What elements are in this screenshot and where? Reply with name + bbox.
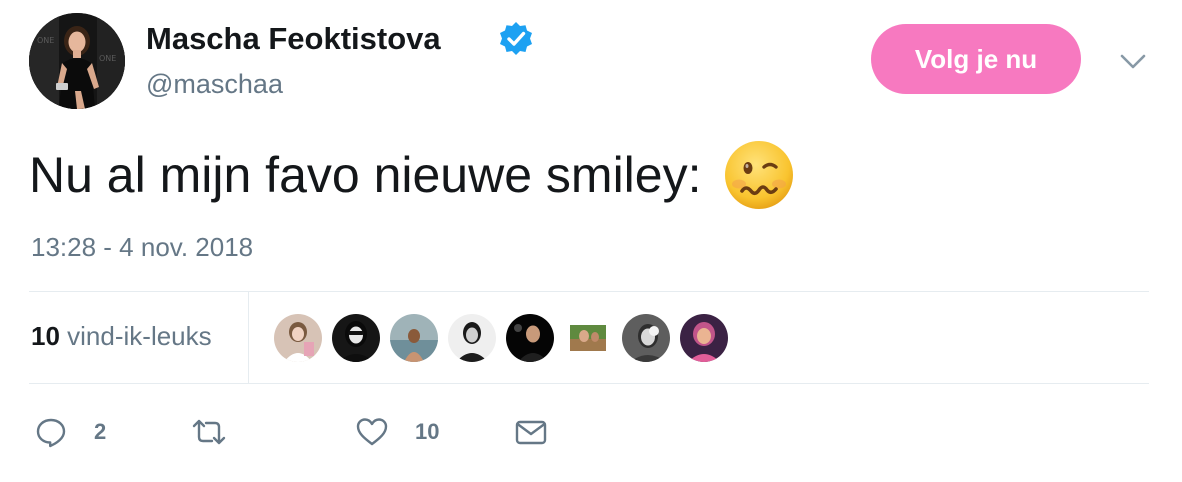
svg-text:ONE: ONE <box>99 54 116 63</box>
svg-text:ONE: ONE <box>37 36 54 45</box>
liker-avatar[interactable] <box>390 314 438 362</box>
tweet-text-content: Nu al mijn favo nieuwe smiley: <box>29 147 702 203</box>
liker-avatar[interactable] <box>506 314 554 362</box>
avatar[interactable]: ONE ONE <box>29 13 125 109</box>
display-name[interactable]: Mascha Feoktistova <box>146 17 441 61</box>
liker-avatar[interactable] <box>680 314 728 362</box>
retweet-icon[interactable] <box>192 415 226 449</box>
timestamp[interactable]: 13:28 - 4 nov. 2018 <box>31 229 253 265</box>
likes-stat[interactable]: 10 vind-ik-leuks <box>31 318 212 354</box>
envelope-icon[interactable] <box>514 415 548 449</box>
reply-action[interactable]: 2 <box>34 410 106 454</box>
liker-avatar[interactable] <box>448 314 496 362</box>
divider-top <box>29 291 1149 292</box>
reply-icon[interactable] <box>34 415 68 449</box>
likers-avatars <box>274 314 728 362</box>
verified-badge-icon <box>500 22 532 55</box>
like-action[interactable]: 10 <box>355 410 439 454</box>
liker-avatar[interactable] <box>570 325 606 351</box>
message-action[interactable] <box>514 410 548 454</box>
reply-count: 2 <box>94 419 107 444</box>
follow-button[interactable]: Volg je nu <box>871 24 1081 94</box>
chevron-down-icon[interactable] <box>1118 46 1148 76</box>
liker-avatar[interactable] <box>622 314 670 362</box>
handle[interactable]: @maschaa <box>146 64 283 104</box>
woozy-face-icon <box>724 141 793 209</box>
like-count: 10 <box>415 419 440 444</box>
liker-avatar[interactable] <box>332 314 380 362</box>
liker-avatar[interactable] <box>274 314 322 362</box>
stats-divider <box>248 291 249 383</box>
heart-icon[interactable] <box>355 415 389 449</box>
likes-label: vind-ik-leuks <box>67 321 212 351</box>
divider-bottom <box>29 383 1149 384</box>
retweet-action[interactable] <box>192 410 226 454</box>
avatar-image: ONE ONE <box>29 13 125 109</box>
tweet-text: Nu al mijn favo nieuwe smiley: <box>29 140 794 210</box>
likes-count: 10 <box>31 321 60 351</box>
